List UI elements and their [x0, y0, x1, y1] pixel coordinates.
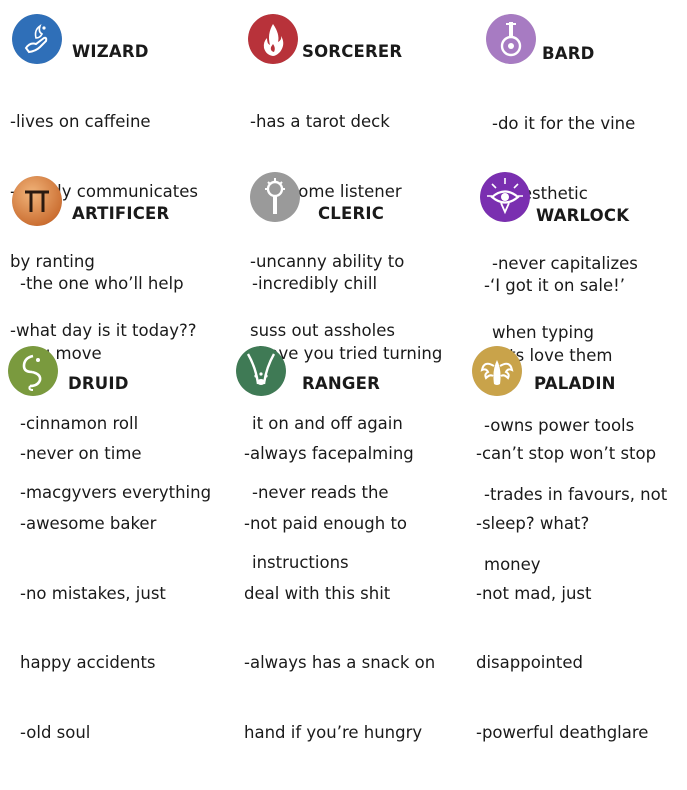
class-name-cleric: CLERIC: [318, 204, 385, 223]
class-name-bard: BARD: [542, 44, 595, 63]
trait-line: -not mad, just: [476, 583, 592, 603]
wizard-hand-icon: [12, 14, 62, 64]
trait-line: -no mistakes, just: [20, 583, 166, 603]
trait-line: -has a tarot deck: [250, 112, 390, 132]
warlock-eye-icon: [480, 172, 530, 222]
class-name-druid: DRUID: [68, 374, 129, 393]
trait-line: hand if you’re hungry: [244, 722, 423, 742]
class-name-artificer: ARTIFICER: [72, 204, 170, 223]
trait-line: -not paid enough to: [244, 514, 408, 534]
trait-line: -do it for the vine: [492, 114, 636, 134]
trait-line: -awesome baker: [20, 514, 157, 534]
trait-line: -powerful deathglare: [476, 722, 649, 742]
class-traits-paladin: -can’t stop won’t stop -sleep? what? -no…: [476, 396, 656, 790]
trait-line: -the one who’ll help: [20, 274, 184, 294]
trait-line: -always has a snack on: [244, 653, 436, 673]
bard-lute-icon: [486, 14, 536, 64]
paladin-wings-icon: [472, 346, 522, 396]
class-name-wizard: WIZARD: [72, 42, 149, 61]
trait-line: -can’t stop won’t stop: [476, 444, 657, 464]
class-name-ranger: RANGER: [302, 374, 381, 393]
cleric-mace-icon: [250, 172, 300, 222]
trait-line: -never on time: [20, 444, 142, 464]
trait-line: -old soul: [20, 722, 91, 742]
class-name-paladin: PALADIN: [534, 374, 616, 393]
class-traits-druid: -never on time -awesome baker -no mistak…: [20, 396, 166, 790]
trait-line: -incredibly chill: [252, 274, 378, 294]
ranger-paw-icon: [236, 346, 286, 396]
trait-line: deal with this shit: [244, 583, 391, 603]
trait-line: -lives on caffeine: [10, 112, 151, 132]
class-name-sorcerer: SORCERER: [302, 42, 403, 61]
trait-line: -‘I got it on sale!’: [484, 276, 625, 296]
artificer-gear-icon: [12, 176, 62, 226]
sorcerer-flame-icon: [248, 14, 298, 64]
trait-line: -always facepalming: [244, 444, 414, 464]
class-traits-ranger: -always facepalming -not paid enough to …: [244, 396, 435, 790]
trait-line: happy accidents: [20, 653, 156, 673]
trait-line: -sleep? what?: [476, 514, 590, 534]
trait-line: disappointed: [476, 653, 583, 673]
class-name-warlock: WARLOCK: [536, 206, 630, 225]
druid-leaf-icon: [8, 346, 58, 396]
